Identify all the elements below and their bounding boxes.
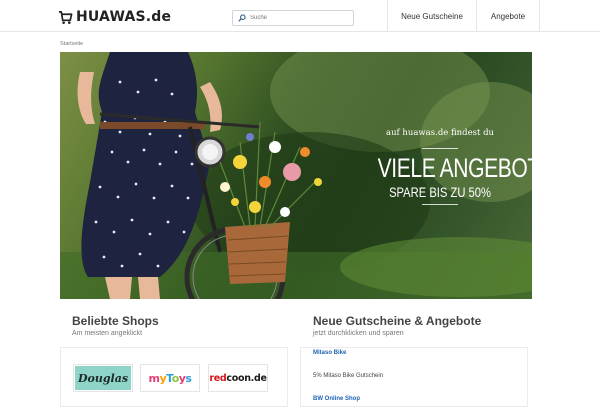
deal-shop-link[interactable]: BW Online Shop [313, 396, 360, 402]
logo-text: HUAWAS.de [76, 9, 172, 25]
hero-divider-bottom [422, 204, 458, 205]
nav-neue-gutscheine[interactable]: Neue Gutscheine [387, 0, 476, 32]
site-header: HUAWAS.de Neue Gutscheine Angebote [0, 0, 600, 32]
popular-shops-title: Beliebte Shops [72, 314, 159, 328]
hero-subline: SPARE BIS ZU 50% [389, 184, 491, 200]
hero-text-block: auf huawas.de findest du VIELE ANGEBOTE … [360, 128, 532, 205]
deal-description[interactable]: 5% Mitaso Bike Gutschein [313, 373, 383, 379]
shop-logo-mytoys[interactable]: myToys [140, 364, 200, 392]
shop-logo-douglas[interactable]: Douglas [73, 364, 133, 392]
popular-shops-card: Douglas myToys redcoon.de [60, 347, 288, 407]
mytoys-logo: myToys [148, 371, 192, 385]
site-logo[interactable]: HUAWAS.de [58, 8, 171, 26]
popular-shops-subtitle: Am meisten angeklickt [72, 330, 143, 337]
hero-divider-top [422, 148, 458, 149]
new-deals-subtitle: jetzt durchklicken und sparen [313, 330, 404, 337]
deal-shop-link[interactable]: Mitaso Bike [313, 350, 346, 356]
search-input[interactable] [250, 15, 350, 21]
new-deals-card: Mitaso Bike 5% Mitaso Bike Gutschein BW … [300, 347, 528, 407]
shop-logo-redcoon[interactable]: redcoon.de [208, 364, 268, 392]
hero-intro-text: auf huawas.de findest du [386, 128, 494, 138]
shopping-cart-icon [58, 10, 73, 24]
search-box[interactable] [232, 10, 354, 26]
hero-banner[interactable]: auf huawas.de findest du VIELE ANGEBOTE … [60, 52, 532, 299]
nav-angebote[interactable]: Angebote [476, 0, 540, 32]
search-icon [238, 14, 246, 22]
new-deals-title: Neue Gutscheine & Angebote [313, 314, 482, 328]
hero-headline: VIELE ANGEBOTE [377, 153, 532, 183]
breadcrumb[interactable]: Startseite [60, 41, 83, 47]
redcoon-logo: redcoon.de [209, 372, 267, 384]
douglas-logo: Douglas [75, 366, 131, 390]
